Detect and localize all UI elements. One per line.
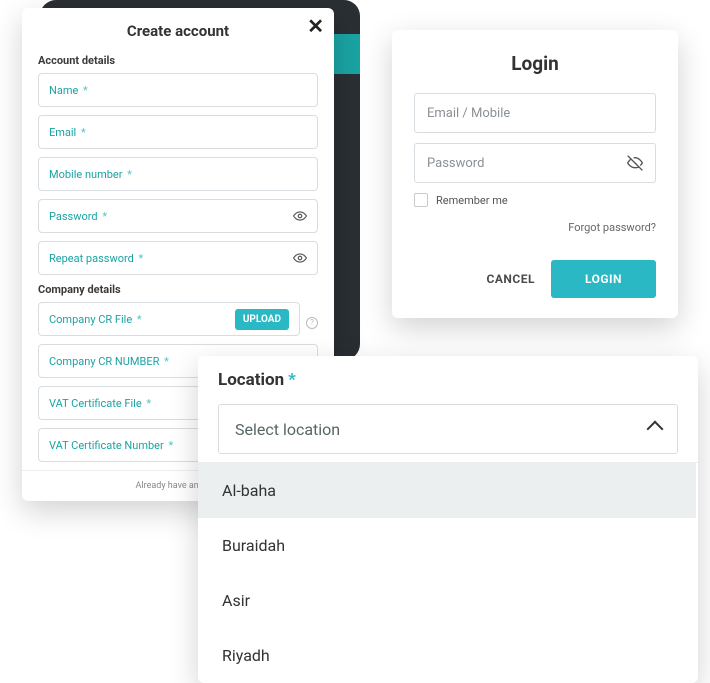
cr-file-field[interactable]: Company CR File * UPLOAD (38, 302, 300, 336)
cr-file-label: Company CR File (49, 313, 132, 326)
remember-label[interactable]: Remember me (436, 194, 508, 207)
required-asterisk: * (166, 439, 173, 452)
eye-icon[interactable] (293, 251, 307, 265)
vat-file-label: VAT Certificate File (49, 397, 142, 410)
cancel-button[interactable]: CANCEL (486, 272, 534, 286)
location-option[interactable]: Asir (198, 573, 696, 628)
upload-button[interactable]: UPLOAD (235, 309, 289, 330)
eye-off-icon[interactable] (627, 155, 643, 171)
login-email-placeholder: Email / Mobile (427, 106, 510, 121)
remember-row: Remember me (414, 193, 656, 207)
repeat-password-field[interactable]: Repeat password * (38, 241, 318, 275)
location-option[interactable]: Riyadh (198, 628, 696, 683)
repeat-password-label: Repeat password (49, 252, 134, 265)
login-button[interactable]: LOGIN (551, 260, 656, 298)
cr-number-label: Company CR NUMBER (49, 355, 159, 368)
mobile-label: Mobile number (49, 168, 123, 181)
login-card: Login Email / Mobile Password Remember m… (392, 30, 678, 318)
location-option[interactable]: Buraidah (198, 518, 696, 573)
close-icon[interactable]: ✕ (307, 14, 324, 38)
login-actions: CANCEL LOGIN (414, 260, 656, 298)
create-account-title: Create account (38, 22, 318, 40)
login-email-field[interactable]: Email / Mobile (414, 93, 656, 133)
required-asterisk: * (161, 355, 168, 368)
location-options[interactable]: Al-baha Buraidah Asir Riyadh (198, 462, 698, 683)
name-field[interactable]: Name * (38, 73, 318, 107)
section-company-details: Company details (38, 283, 318, 296)
location-select[interactable]: Select location (218, 404, 678, 454)
login-password-placeholder: Password (427, 156, 484, 171)
mobile-field[interactable]: Mobile number * (38, 157, 318, 191)
login-password-field[interactable]: Password (414, 143, 656, 183)
info-icon[interactable]: ? (306, 317, 318, 329)
location-option[interactable]: Al-baha (198, 463, 696, 518)
location-card: Location* Select location Al-baha Buraid… (198, 356, 698, 683)
required-asterisk: * (125, 168, 132, 181)
email-label: Email (49, 126, 76, 139)
forgot-password-link[interactable]: Forgot password? (414, 221, 656, 234)
password-field[interactable]: Password * (38, 199, 318, 233)
password-label: Password (49, 210, 98, 223)
vat-number-label: VAT Certificate Number (49, 439, 164, 452)
login-title: Login (414, 52, 656, 75)
remember-checkbox[interactable] (414, 193, 428, 207)
required-asterisk: * (134, 313, 141, 326)
eye-icon[interactable] (293, 209, 307, 223)
required-asterisk: * (136, 252, 143, 265)
location-title: Location* (218, 370, 296, 390)
required-asterisk: * (78, 126, 85, 139)
email-field[interactable]: Email * (38, 115, 318, 149)
section-account-details: Account details (38, 54, 318, 67)
required-asterisk: * (144, 397, 151, 410)
name-label: Name (49, 84, 78, 97)
required-asterisk: * (80, 84, 87, 97)
location-select-placeholder: Select location (235, 420, 340, 439)
chevron-up-icon (647, 421, 664, 438)
required-asterisk: * (288, 370, 296, 390)
required-asterisk: * (100, 210, 107, 223)
